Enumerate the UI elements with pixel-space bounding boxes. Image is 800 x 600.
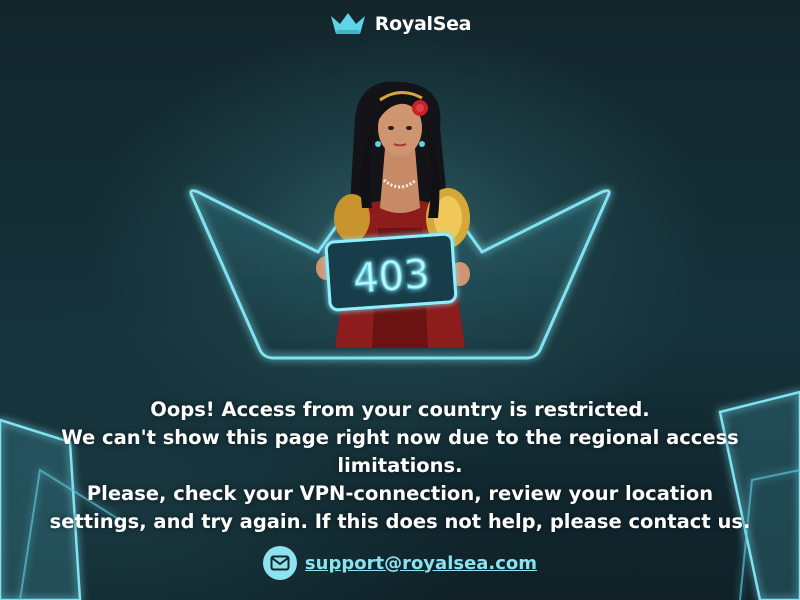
support-contact: support@royalsea.com [0, 546, 800, 580]
message-line-1: Oops! Access from your country is restri… [150, 398, 650, 421]
hero-illustration: 403 [316, 81, 470, 348]
brand-logo[interactable]: RoyalSea [0, 12, 800, 36]
message-line-4: Please, check your VPN-connection, revie… [86, 482, 714, 505]
restriction-message: Oops! Access from your country is restri… [20, 396, 780, 536]
mail-icon[interactable] [262, 546, 297, 580]
message-line-3: limitations. [337, 454, 463, 477]
crown-icon [330, 13, 365, 34]
support-email-link[interactable]: support@royalsea.com [305, 553, 537, 574]
message-line-2: We can't show this page right now due to… [61, 426, 739, 449]
brand-name: RoyalSea [374, 13, 472, 35]
error-code: 403 [352, 251, 431, 302]
message-line-5: settings, and try again. If this does no… [49, 510, 751, 533]
